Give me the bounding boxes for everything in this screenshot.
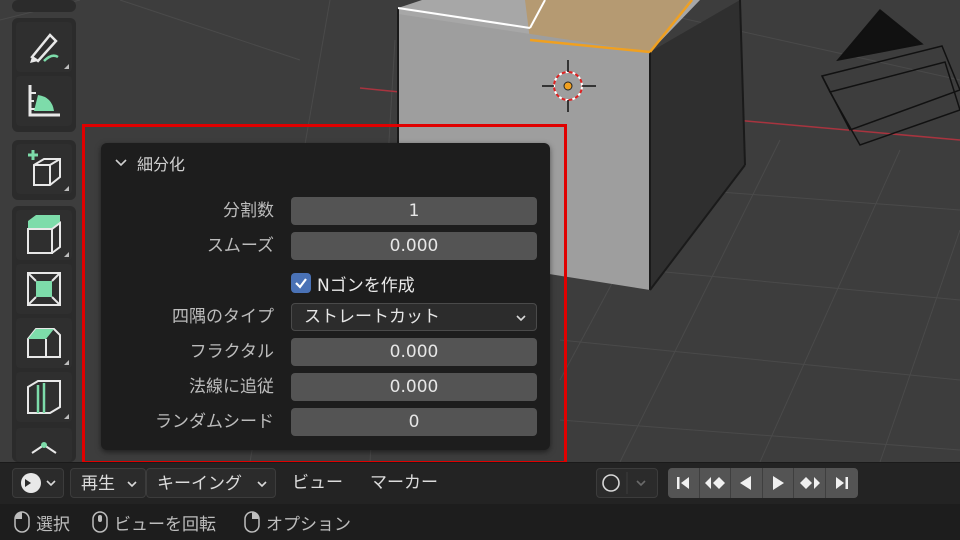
inset-faces-tool-button[interactable] <box>16 264 72 314</box>
chevron-down-icon <box>257 481 267 488</box>
annotate-icon <box>30 33 59 63</box>
add-cube-tool-button[interactable] <box>16 144 72 194</box>
jump-end-icon <box>835 477 848 489</box>
highlight-box <box>82 124 567 464</box>
editor-type-button[interactable] <box>12 468 64 498</box>
knife-icon <box>31 442 57 454</box>
measure-icon <box>28 85 60 117</box>
status-bar: 選択 ビューを回転 オプション <box>0 504 960 540</box>
clock-icon <box>21 473 56 493</box>
annotate-tool-button[interactable] <box>16 22 72 72</box>
play-button[interactable] <box>763 468 795 498</box>
play-reverse-button[interactable] <box>731 468 763 498</box>
record-icon <box>602 472 646 494</box>
tool-shelf <box>8 0 82 462</box>
mouse-right-icon <box>244 511 260 533</box>
play-icon <box>773 476 785 490</box>
knife-tool-button[interactable] <box>16 428 72 462</box>
loop-cut-tool-button[interactable] <box>16 372 72 422</box>
keying-menu[interactable]: キーイング <box>146 468 276 498</box>
extrude-region-icon <box>27 215 61 254</box>
marker-menu[interactable]: マーカー <box>370 468 438 498</box>
jump-to-end-button[interactable] <box>826 468 858 498</box>
auto-keying-toggle[interactable] <box>596 468 658 498</box>
tool-group-annotate <box>12 18 76 132</box>
tool-group-top <box>12 0 76 12</box>
playback-menu[interactable]: 再生 <box>70 468 146 498</box>
timeline-header: 再生 キーイング ビュー マーカー <box>0 462 960 505</box>
extrude-region-tool-button[interactable] <box>16 210 72 260</box>
chevron-down-icon <box>127 481 137 488</box>
tool-group-mesh <box>12 206 76 462</box>
jump-prev-keyframe-button[interactable] <box>700 468 732 498</box>
loop-cut-icon <box>27 380 61 414</box>
mouse-middle-icon <box>92 511 108 533</box>
jump-start-icon <box>677 477 690 489</box>
measure-tool-button[interactable] <box>16 76 72 126</box>
hint-rotate-view-label: ビューを回転 <box>114 514 216 535</box>
jump-next-keyframe-button[interactable] <box>794 468 826 498</box>
view-menu[interactable]: ビュー <box>292 468 343 498</box>
play-reverse-icon <box>740 476 752 490</box>
tool-group-add <box>12 140 76 200</box>
bevel-icon <box>27 328 61 358</box>
camera-icon <box>820 8 960 146</box>
hint-rotate-view: ビューを回転 <box>92 510 216 535</box>
add-cube-icon <box>28 150 61 186</box>
hint-select-label: 選択 <box>36 514 70 535</box>
keying-menu-label: キーイング <box>157 474 242 494</box>
inset-faces-icon <box>27 272 61 306</box>
next-keyframe-icon <box>799 477 820 489</box>
playback-controls <box>668 468 858 498</box>
playback-menu-label: 再生 <box>81 474 115 494</box>
prev-keyframe-icon <box>704 477 725 489</box>
hint-options-label: オプション <box>266 514 351 535</box>
hint-select: 選択 <box>14 510 70 535</box>
bevel-tool-button[interactable] <box>16 318 72 368</box>
jump-to-start-button[interactable] <box>668 468 700 498</box>
hint-options: オプション <box>244 510 351 535</box>
mouse-left-icon <box>14 511 30 533</box>
